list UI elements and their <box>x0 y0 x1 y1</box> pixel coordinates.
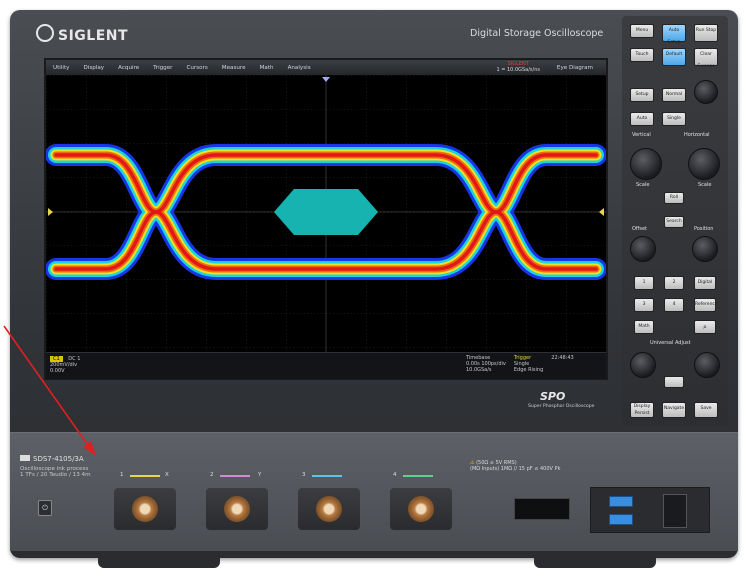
power-icon: ⏻ <box>42 504 48 512</box>
display-screen[interactable]: Utility Display Acquire Trigger Cursors … <box>44 58 608 380</box>
math-button[interactable]: Math <box>634 320 654 334</box>
menu-measure[interactable]: Measure <box>215 65 253 71</box>
menu-trigger[interactable]: Trigger <box>146 65 179 71</box>
usb-panel <box>590 487 710 533</box>
menu-math[interactable]: Math <box>253 65 281 71</box>
channel-offset: 0.00V <box>50 368 65 374</box>
ch1-color-bar <box>130 475 160 477</box>
menu-display[interactable]: Display <box>76 65 111 71</box>
ch3-color-bar <box>312 475 342 477</box>
zoom-button[interactable]: ⌕ <box>694 320 716 334</box>
channel-2-button[interactable]: 2 <box>664 276 684 290</box>
universal-adjust-knob[interactable] <box>694 352 720 378</box>
usb-port-2[interactable] <box>609 514 633 525</box>
channel-4-button[interactable]: 4 <box>664 298 684 312</box>
position-label: Position <box>694 226 714 232</box>
magnifier-icon: ⌕ <box>703 323 707 331</box>
ch3-bnc-input[interactable] <box>298 488 360 530</box>
roll-button[interactable]: Roll <box>664 192 684 204</box>
trigger-level-knob[interactable] <box>694 80 718 104</box>
siglent-logo-icon <box>36 24 54 42</box>
screen-menu-bar: Utility Display Acquire Trigger Cursors … <box>46 60 606 75</box>
eye-diagram-tab[interactable]: Eye Diagram <box>550 65 600 71</box>
ch4-bnc-connector-icon <box>408 496 434 522</box>
ch1-bnc-input[interactable] <box>114 488 176 530</box>
horizontal-scale-knob[interactable] <box>688 148 720 180</box>
horizontal-position-knob[interactable] <box>692 236 718 262</box>
horizontal-scale-label: Scale <box>698 182 712 188</box>
menu-utility[interactable]: Utility <box>46 65 76 71</box>
brand-logo: SIGLENT <box>36 24 128 44</box>
reference-button[interactable]: Reference <box>694 298 718 312</box>
input-rating-warning: ⚠ (50Ω ≤ 5V RMS) (MΩ Inputs) 1MΩ // 15 pF… <box>470 460 561 472</box>
menu-acquire[interactable]: Acquire <box>111 65 146 71</box>
ch2-sub: Y <box>258 472 262 478</box>
touch-button[interactable]: Touch <box>630 48 654 62</box>
spo-logo: SPO <box>540 390 566 403</box>
sample-rate: 10.0GSa/s <box>466 367 492 373</box>
ch4-bnc-input[interactable] <box>390 488 452 530</box>
brand-name: SIGLENT <box>58 28 129 44</box>
normal-button[interactable]: Normal <box>662 88 686 102</box>
acquisition-status: SIGLENT 1 = 10.0GSa/s/ns <box>496 61 540 73</box>
clock-time: 22:48:43 <box>551 355 574 361</box>
clear-sweeps-button[interactable]: Clear Sweeps <box>694 48 718 69</box>
menu-analysis[interactable]: Analysis <box>281 65 318 71</box>
spec-line: 1 TFs / 20 Teudio / 13 4m <box>20 472 91 478</box>
vertical-section-label: Vertical <box>632 132 651 138</box>
channel1-info[interactable]: C1 DC 1 200mV/div 0.00V <box>50 356 100 376</box>
eye-diagram-plot <box>46 75 606 352</box>
channel-1-button[interactable]: 1 <box>634 276 654 290</box>
model-logo-icon <box>20 455 30 461</box>
single-button[interactable]: Single <box>662 112 686 126</box>
trigger-slope: Rising <box>528 367 544 373</box>
ch2-bnc-connector-icon <box>224 496 250 522</box>
offset-label: Offset <box>632 226 648 232</box>
display-persist-button[interactable]: Display Persist <box>630 402 654 418</box>
ch4-color-bar <box>403 475 433 477</box>
digital-button[interactable]: Digital <box>694 276 716 290</box>
run-stop-button[interactable]: Run Stop <box>694 24 718 42</box>
cursor-select-button[interactable] <box>664 376 684 388</box>
screen-info-bar: C1 DC 1 200mV/div 0.00V Timebase 0.00s 10… <box>46 352 606 379</box>
model-specs: Oscilloscope ink process 1 TFs / 20 Teudi… <box>20 466 91 478</box>
ch2-color-bar <box>220 475 250 477</box>
ch3-label: 3 <box>302 472 306 478</box>
setup-button[interactable]: Setup <box>630 88 654 102</box>
search-button[interactable]: Search <box>664 216 684 228</box>
ch3-bnc-connector-icon <box>316 496 342 522</box>
ch1-label: 1 <box>120 472 124 478</box>
universal-adjust-label: Universal Adjust <box>650 340 691 346</box>
vertical-offset-knob[interactable] <box>630 236 656 262</box>
right-foot <box>534 550 656 568</box>
vertical-scale-label: Scale <box>636 182 650 188</box>
horizontal-section-label: Horizontal <box>684 132 710 138</box>
auto-button[interactable]: Auto <box>630 112 654 126</box>
ch1-bnc-connector-icon <box>132 496 158 522</box>
ch1-sub: X <box>165 472 169 478</box>
navigate-button[interactable]: Navigate <box>662 402 686 418</box>
auto-setup-button[interactable]: Auto Setup <box>662 24 686 45</box>
menu-button[interactable]: Menu <box>630 24 654 38</box>
left-foot <box>98 550 220 568</box>
model-number: SDS7-4105/3A <box>20 455 84 463</box>
save-button[interactable]: Save <box>694 402 718 418</box>
usb-port-1[interactable] <box>609 496 633 507</box>
spo-caption: Super Phosphor Oscilloscope <box>528 404 595 409</box>
menu-cursors[interactable]: Cursors <box>179 65 214 71</box>
probe-compensation-port[interactable] <box>514 498 570 520</box>
channel-3-button[interactable]: 3 <box>634 298 654 312</box>
ch2-bnc-input[interactable] <box>206 488 268 530</box>
default-button[interactable]: Default <box>662 48 686 66</box>
power-button[interactable]: ⏻ <box>38 500 52 516</box>
ch2-label: 2 <box>210 472 214 478</box>
ch4-label: 4 <box>393 472 397 478</box>
eye-mask-hexagon <box>274 189 378 235</box>
timebase-trigger-info[interactable]: Timebase 0.00s 100ps/div 10.0GSa/s Trigger… <box>466 355 602 373</box>
vertical-scale-knob[interactable] <box>630 148 662 180</box>
product-title: Digital Storage Oscilloscope <box>470 28 604 39</box>
trigger-type: Edge <box>513 367 527 373</box>
ground-terminal[interactable] <box>663 494 687 528</box>
intensity-knob[interactable] <box>630 352 656 378</box>
